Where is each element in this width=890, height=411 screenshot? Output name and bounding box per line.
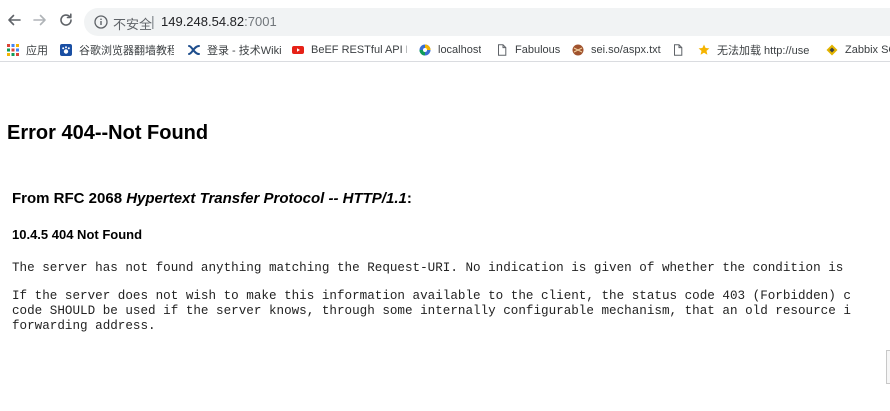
back-button[interactable]	[4, 10, 24, 30]
bookmark-label: Fabulous	[515, 44, 561, 56]
page-icon	[498, 44, 507, 56]
bookmark-zabbix[interactable]: Zabbix SC	[826, 41, 890, 59]
forward-button[interactable]	[30, 10, 50, 30]
apps-grid-icon	[7, 44, 19, 56]
arrow-right-icon	[33, 14, 46, 26]
diamond-icon	[826, 44, 838, 56]
bookmark-sei-aspx[interactable]: sei.so/aspx.txt	[572, 41, 661, 59]
chrome-ball-icon	[572, 44, 584, 56]
bookmark-load-failed[interactable]: 无法加载 http://user	[698, 41, 810, 59]
bookmark-label: sei.so/aspx.txt	[591, 44, 661, 56]
paragraph-1: The server has not found anything matchi…	[12, 261, 844, 275]
page-title: Error 404--Not Found	[7, 122, 209, 144]
page-icon	[674, 44, 683, 56]
url-host: 149.248.54.82	[161, 14, 245, 29]
bookmark-label: 无法加载 http://user	[717, 45, 810, 57]
rfc-heading: From RFC 2068 Hypertext Transfer Protoco…	[12, 190, 412, 207]
youtube-icon	[292, 46, 304, 54]
bookmark-label: 登录 - 技术Wiki	[207, 45, 282, 57]
section-heading: 10.4.5 404 Not Found	[12, 227, 143, 242]
browser-logo-icon	[419, 44, 431, 56]
scrollbar-edge[interactable]	[886, 350, 890, 384]
bookmark-beef-api[interactable]: BeEF RESTful API D	[292, 41, 407, 59]
arrow-left-icon	[8, 14, 21, 26]
bookmark-label: localhost	[438, 44, 482, 56]
bookmark-localhost[interactable]: localhost	[419, 41, 481, 59]
bookmarks-bar: 应用 谷歌浏览器翻墙教程_ 登录 - 技术Wiki BeEF RESTful A…	[0, 40, 890, 62]
bookmark-apps[interactable]: 应用	[7, 41, 48, 59]
paragraph-2-line-3: forwarding address.	[12, 319, 156, 333]
bookmark-label: BeEF RESTful API D	[311, 44, 407, 56]
info-icon[interactable]	[94, 15, 108, 29]
reload-icon	[60, 13, 72, 26]
rfc-prefix: From RFC 2068	[12, 190, 127, 207]
browser-chrome: 不安全 | 149.248.54.82:7001 应用 谷歌浏览器翻墙教程_ 登…	[0, 0, 890, 62]
star-icon	[698, 44, 710, 55]
confluence-x-icon	[188, 45, 200, 55]
bookmark-label: Zabbix SC	[845, 44, 890, 56]
rfc-title: Hypertext Transfer Protocol -- HTTP/1.1	[126, 190, 407, 207]
security-status[interactable]: 不安全	[113, 14, 152, 33]
paragraph-2-line-2: code SHOULD be used if the server knows,…	[12, 304, 851, 318]
address-separator: |	[151, 13, 155, 29]
url-port: :7001	[244, 14, 277, 29]
address-bar[interactable]: 不安全 | 149.248.54.82:7001	[84, 8, 890, 36]
paragraph-2-line-1: If the server does not wish to make this…	[12, 289, 851, 303]
bookmark-fabulous[interactable]: Fabulous	[496, 41, 560, 59]
url-text[interactable]: 149.248.54.82:7001	[161, 14, 277, 29]
browser-toolbar: 不安全 | 149.248.54.82:7001	[0, 0, 890, 40]
bookmark-untitled[interactable]	[672, 41, 691, 59]
bookmark-label: 应用	[26, 45, 48, 57]
bookmark-wiki-login[interactable]: 登录 - 技术Wiki	[188, 41, 282, 59]
bookmark-chrome-vpn-tutorial[interactable]: 谷歌浏览器翻墙教程_	[60, 41, 174, 59]
reload-button[interactable]	[56, 10, 76, 30]
rfc-suffix: :	[406, 190, 412, 207]
page-content: Error 404--Not Found From RFC 2068 Hyper…	[0, 62, 890, 411]
bookmark-label: 谷歌浏览器翻墙教程_	[79, 45, 174, 57]
paw-icon	[60, 44, 72, 56]
